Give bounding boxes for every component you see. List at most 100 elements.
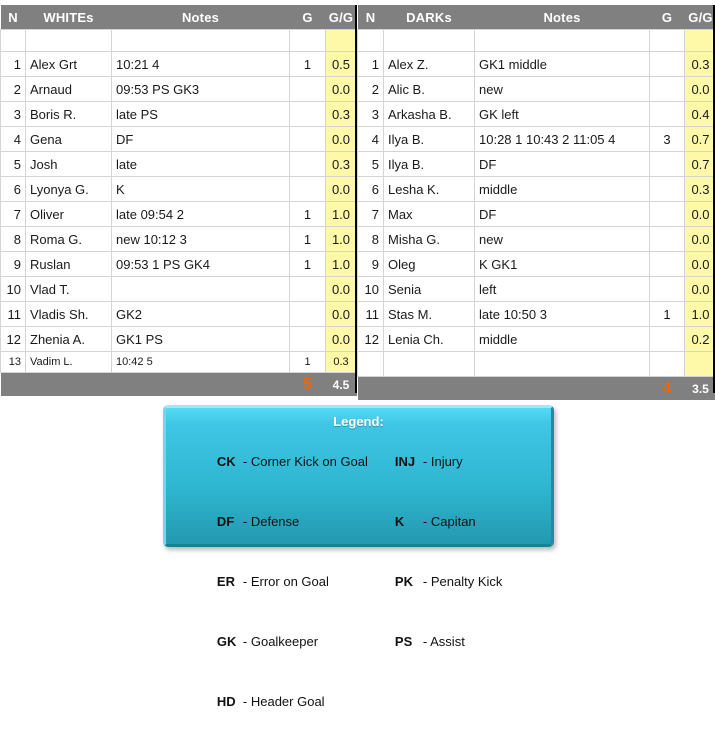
darks-table-header: N DARKs Notes G G/G — [358, 0, 715, 30]
cell-gg — [326, 30, 357, 52]
cell-n: 10 — [358, 277, 384, 302]
cell-n: 9 — [1, 252, 26, 277]
cell-notes: GK1 middle — [475, 52, 650, 77]
table-row[interactable]: 2 Alic B. new 0.0 — [358, 77, 715, 102]
cell-name: Senia — [384, 277, 475, 302]
cell-g: 1 — [290, 352, 326, 373]
cell-name: Boris R. — [26, 102, 112, 127]
cell-n: 9 — [358, 252, 384, 277]
cell-gg: 0.2 — [685, 327, 715, 352]
whites-team-table: N WHITEs Notes G G/G 1 Alex Grt 10:21 4 … — [0, 0, 357, 396]
table-row[interactable]: 12 Zhenia A. GK1 PS 0.0 — [1, 327, 357, 352]
cell-n: 3 — [358, 102, 384, 127]
cell-name: Vlad T. — [26, 277, 112, 302]
cell-name: Ilya B. — [384, 152, 475, 177]
legend-abbr: DF — [217, 512, 243, 532]
cell-name: Vladis Sh. — [26, 302, 112, 327]
cell-n: 8 — [1, 227, 26, 252]
table-row[interactable]: 10 Vlad T. 0.0 — [1, 277, 357, 302]
cell-gg: 0.0 — [685, 277, 715, 302]
table-row[interactable]: 9 Ruslan 09:53 1 PS GK4 1 1.0 — [1, 252, 357, 277]
table-row[interactable]: 11 Stas M. late 10:50 3 1 1.0 — [358, 302, 715, 327]
cell-g: 1 — [290, 52, 326, 77]
cell-n: 4 — [358, 127, 384, 152]
table-row[interactable]: 11 Vladis Sh. GK2 0.0 — [1, 302, 357, 327]
header-notes: Notes — [475, 5, 650, 30]
legend-desc: - Capitan — [423, 514, 476, 529]
darks-header-row: N DARKs Notes G G/G — [358, 5, 715, 30]
cell-g — [650, 202, 685, 227]
total-goals-per-game: 4.5 — [326, 373, 357, 397]
table-row[interactable]: 12 Lenia Ch. middle 0.2 — [358, 327, 715, 352]
table-row[interactable]: 2 Arnaud 09:53 PS GK3 0.0 — [1, 77, 357, 102]
table-row[interactable]: 6 Lesha K. middle 0.3 — [358, 177, 715, 202]
cell-n: 1 — [358, 52, 384, 77]
cell-notes: left — [475, 277, 650, 302]
cell-g — [290, 77, 326, 102]
table-row[interactable]: 3 Boris R. late PS 0.3 — [1, 102, 357, 127]
legend-abbr: GK — [217, 632, 243, 652]
header-team: DARKs — [384, 5, 475, 30]
table-row[interactable]: 5 Ilya B. DF 0.7 — [358, 152, 715, 177]
table-row[interactable]: 9 Oleg K GK1 0.0 — [358, 252, 715, 277]
cell-n: 11 — [358, 302, 384, 327]
cell-n: 12 — [358, 327, 384, 352]
cell-name: Josh — [26, 152, 112, 177]
table-row[interactable]: 7 Oliver late 09:54 2 1 1.0 — [1, 202, 357, 227]
cell-n: 1 — [1, 52, 26, 77]
legend-desc: - Header Goal — [243, 694, 325, 709]
header-g: G — [290, 5, 326, 30]
cell-gg: 0.0 — [326, 127, 357, 152]
table-row[interactable]: 3 Arkasha B. GK left 0.4 — [358, 102, 715, 127]
cell-notes: late PS — [112, 102, 290, 127]
whites-totals-row: 5 4.5 — [1, 373, 357, 397]
score-sheet: N WHITEs Notes G G/G 1 Alex Grt 10:21 4 … — [0, 0, 715, 393]
cell-gg: 0.0 — [685, 77, 715, 102]
legend-desc: - Penalty Kick — [423, 574, 502, 589]
cell-n: 5 — [1, 152, 26, 177]
table-row[interactable]: 1 Alex Grt 10:21 4 1 0.5 — [1, 52, 357, 77]
table-row[interactable]: 13 Vadim L. 10:42 5 1 0.3 — [1, 352, 357, 373]
table-row[interactable]: 4 Ilya B. 10:28 1 10:43 2 11:05 4 3 0.7 — [358, 127, 715, 152]
cell-g — [290, 127, 326, 152]
legend-abbr: CK — [217, 452, 243, 472]
table-row[interactable]: 8 Misha G. new 0.0 — [358, 227, 715, 252]
table-row[interactable]: 1 Alex Z. GK1 middle 0.3 — [358, 52, 715, 77]
header-team: WHITEs — [26, 5, 112, 30]
cell-g — [650, 227, 685, 252]
header-n: N — [358, 5, 384, 30]
cell-name: Alic B. — [384, 77, 475, 102]
cell-notes — [475, 352, 650, 377]
total-goals-per-game: 3.5 — [685, 377, 715, 401]
total-goals: 4 — [650, 377, 685, 401]
header-g: G — [650, 5, 685, 30]
table-row — [358, 30, 715, 52]
table-row[interactable]: 5 Josh late 0.3 — [1, 152, 357, 177]
cell-notes: GK left — [475, 102, 650, 127]
cell-notes: middle — [475, 327, 650, 352]
cell-n: 7 — [358, 202, 384, 227]
table-row[interactable]: 4 Gena DF 0.0 — [1, 127, 357, 152]
legend-item: PK- Penalty Kick — [366, 552, 544, 612]
legend-column-right: INJ- Injury K- Capitan PK- Penalty Kick … — [366, 432, 544, 732]
cell-g — [650, 352, 685, 377]
table-row[interactable]: 10 Senia left 0.0 — [358, 277, 715, 302]
table-row[interactable]: 8 Roma G. new 10:12 3 1 1.0 — [1, 227, 357, 252]
cell-name: Ilya B. — [384, 127, 475, 152]
cell-name: Zhenia A. — [26, 327, 112, 352]
legend-title: Legend: — [166, 414, 551, 429]
cell-n: 8 — [358, 227, 384, 252]
table-row[interactable]: 6 Lyonya G. K 0.0 — [1, 177, 357, 202]
cell-name: Arkasha B. — [384, 102, 475, 127]
cell-name: Lyonya G. — [26, 177, 112, 202]
cell-g — [650, 77, 685, 102]
cell-name: Lenia Ch. — [384, 327, 475, 352]
legend-abbr: PK — [395, 572, 423, 592]
cell-name — [384, 30, 475, 52]
table-row — [1, 30, 357, 52]
table-row[interactable]: 7 Max DF 0.0 — [358, 202, 715, 227]
cell-name: Max — [384, 202, 475, 227]
cell-name: Alex Grt — [26, 52, 112, 77]
header-gg: G/G — [685, 5, 715, 30]
cell-g: 3 — [650, 127, 685, 152]
